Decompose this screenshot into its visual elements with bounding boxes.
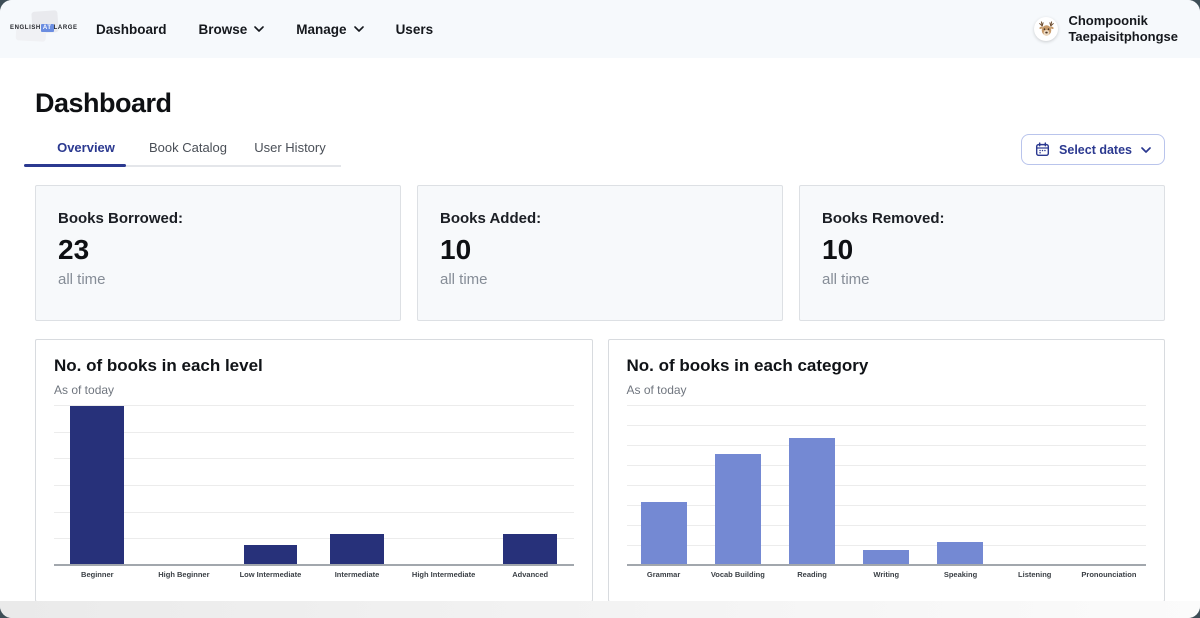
chart-title: No. of books in each level bbox=[54, 356, 574, 376]
bars-group bbox=[627, 406, 1147, 566]
charts-row: No. of books in each level As of today B… bbox=[35, 339, 1165, 602]
tab-overview[interactable]: Overview bbox=[35, 132, 137, 165]
main-content: Dashboard Overview Book Catalog User His… bbox=[0, 88, 1200, 602]
bar bbox=[244, 545, 298, 566]
stat-card-books-added: Books Added: 10 all time bbox=[417, 185, 783, 321]
bar-slot bbox=[314, 406, 401, 566]
nav-label: Users bbox=[396, 22, 434, 37]
x-axis-label: Intermediate bbox=[314, 570, 401, 579]
stat-value: 10 bbox=[822, 234, 1142, 266]
x-axis-label: Beginner bbox=[54, 570, 141, 579]
logo-text: ENGLISHATLARGE bbox=[10, 24, 78, 32]
nav-label: Manage bbox=[296, 22, 346, 37]
x-axis-label: Grammar bbox=[627, 570, 701, 579]
x-axis-label: Advanced bbox=[487, 570, 574, 579]
user-last-name: Taepaisitphongse bbox=[1068, 29, 1178, 45]
select-dates-label: Select dates bbox=[1059, 143, 1132, 157]
english-at-large-logo[interactable]: ENGLISHATLARGE bbox=[8, 9, 70, 49]
x-axis-line bbox=[627, 564, 1147, 566]
page-title: Dashboard bbox=[35, 88, 1165, 119]
bar-slot bbox=[1072, 406, 1146, 566]
stats-row: Books Borrowed: 23 all time Books Added:… bbox=[35, 185, 1165, 321]
x-axis-label: Low Intermediate bbox=[227, 570, 314, 579]
bar bbox=[70, 406, 124, 566]
x-axis-label: Pronounciation bbox=[1072, 570, 1146, 579]
stat-value: 23 bbox=[58, 234, 378, 266]
app-window: ENGLISHATLARGE Dashboard Browse Manage U… bbox=[0, 0, 1200, 618]
footer-band bbox=[0, 601, 1200, 618]
stat-label: Books Removed: bbox=[822, 210, 1142, 227]
stat-card-books-borrowed: Books Borrowed: 23 all time bbox=[35, 185, 401, 321]
x-axis-line bbox=[54, 564, 574, 566]
chevron-down-icon bbox=[354, 26, 364, 32]
bar-slot bbox=[775, 406, 849, 566]
bar-slot bbox=[998, 406, 1072, 566]
select-dates-button[interactable]: Select dates bbox=[1021, 134, 1165, 165]
x-axis-label: Writing bbox=[849, 570, 923, 579]
deer-icon bbox=[1038, 21, 1055, 38]
bar bbox=[789, 438, 835, 566]
bar-slot bbox=[849, 406, 923, 566]
bar-slot bbox=[923, 406, 997, 566]
chevron-down-icon bbox=[254, 26, 264, 32]
chart-subtitle: As of today bbox=[627, 383, 1147, 397]
bar-slot bbox=[400, 406, 487, 566]
tab-user-history[interactable]: User History bbox=[239, 132, 341, 165]
chart-subtitle: As of today bbox=[54, 383, 574, 397]
bar-slot bbox=[54, 406, 141, 566]
x-axis-labels: BeginnerHigh BeginnerLow IntermediateInt… bbox=[54, 570, 574, 579]
stat-card-books-removed: Books Removed: 10 all time bbox=[799, 185, 1165, 321]
chart-books-per-category: No. of books in each category As of toda… bbox=[608, 339, 1166, 602]
bar-slot bbox=[141, 406, 228, 566]
main-nav: Dashboard Browse Manage Users bbox=[96, 22, 433, 37]
stat-value: 10 bbox=[440, 234, 760, 266]
bar bbox=[715, 454, 761, 566]
user-name: Chompoonik Taepaisitphongse bbox=[1068, 13, 1178, 45]
nav-label: Dashboard bbox=[96, 22, 167, 37]
x-axis-label: Speaking bbox=[923, 570, 997, 579]
bar-slot bbox=[227, 406, 314, 566]
bars-group bbox=[54, 406, 574, 566]
x-axis-labels: GrammarVocab BuildingReadingWritingSpeak… bbox=[627, 570, 1147, 579]
chart-title: No. of books in each category bbox=[627, 356, 1147, 376]
avatar[interactable] bbox=[1034, 17, 1058, 41]
x-axis-label: High Intermediate bbox=[400, 570, 487, 579]
stat-label: Books Added: bbox=[440, 210, 760, 227]
x-axis-label: Reading bbox=[775, 570, 849, 579]
stat-caption: all time bbox=[822, 271, 1142, 288]
stat-caption: all time bbox=[440, 271, 760, 288]
user-first-name: Chompoonik bbox=[1068, 13, 1178, 29]
x-axis-label: High Beginner bbox=[141, 570, 228, 579]
bar bbox=[330, 534, 384, 566]
top-nav-bar: ENGLISHATLARGE Dashboard Browse Manage U… bbox=[0, 0, 1200, 58]
calendar-icon bbox=[1035, 142, 1050, 157]
bar bbox=[937, 542, 983, 566]
nav-item-manage[interactable]: Manage bbox=[296, 22, 363, 37]
chart-books-per-level: No. of books in each level As of today B… bbox=[35, 339, 593, 602]
nav-item-dashboard[interactable]: Dashboard bbox=[96, 22, 167, 37]
nav-item-browse[interactable]: Browse bbox=[199, 22, 265, 37]
tab-book-catalog[interactable]: Book Catalog bbox=[137, 132, 239, 165]
bar-slot bbox=[627, 406, 701, 566]
bar bbox=[641, 502, 687, 566]
x-axis-label: Vocab Building bbox=[701, 570, 775, 579]
tab-bar: Overview Book Catalog User History bbox=[35, 132, 341, 167]
bar-slot bbox=[701, 406, 775, 566]
stat-label: Books Borrowed: bbox=[58, 210, 378, 227]
bar-chart-plot bbox=[627, 406, 1147, 566]
stat-caption: all time bbox=[58, 271, 378, 288]
bar bbox=[503, 534, 557, 566]
bar-slot bbox=[487, 406, 574, 566]
x-axis-label: Listening bbox=[998, 570, 1072, 579]
chevron-down-icon bbox=[1141, 147, 1151, 153]
tabs-row: Overview Book Catalog User History Selec… bbox=[35, 132, 1165, 167]
nav-label: Browse bbox=[199, 22, 248, 37]
nav-item-users[interactable]: Users bbox=[396, 22, 434, 37]
user-menu[interactable]: Chompoonik Taepaisitphongse bbox=[1034, 13, 1178, 45]
bar-chart-plot bbox=[54, 406, 574, 566]
